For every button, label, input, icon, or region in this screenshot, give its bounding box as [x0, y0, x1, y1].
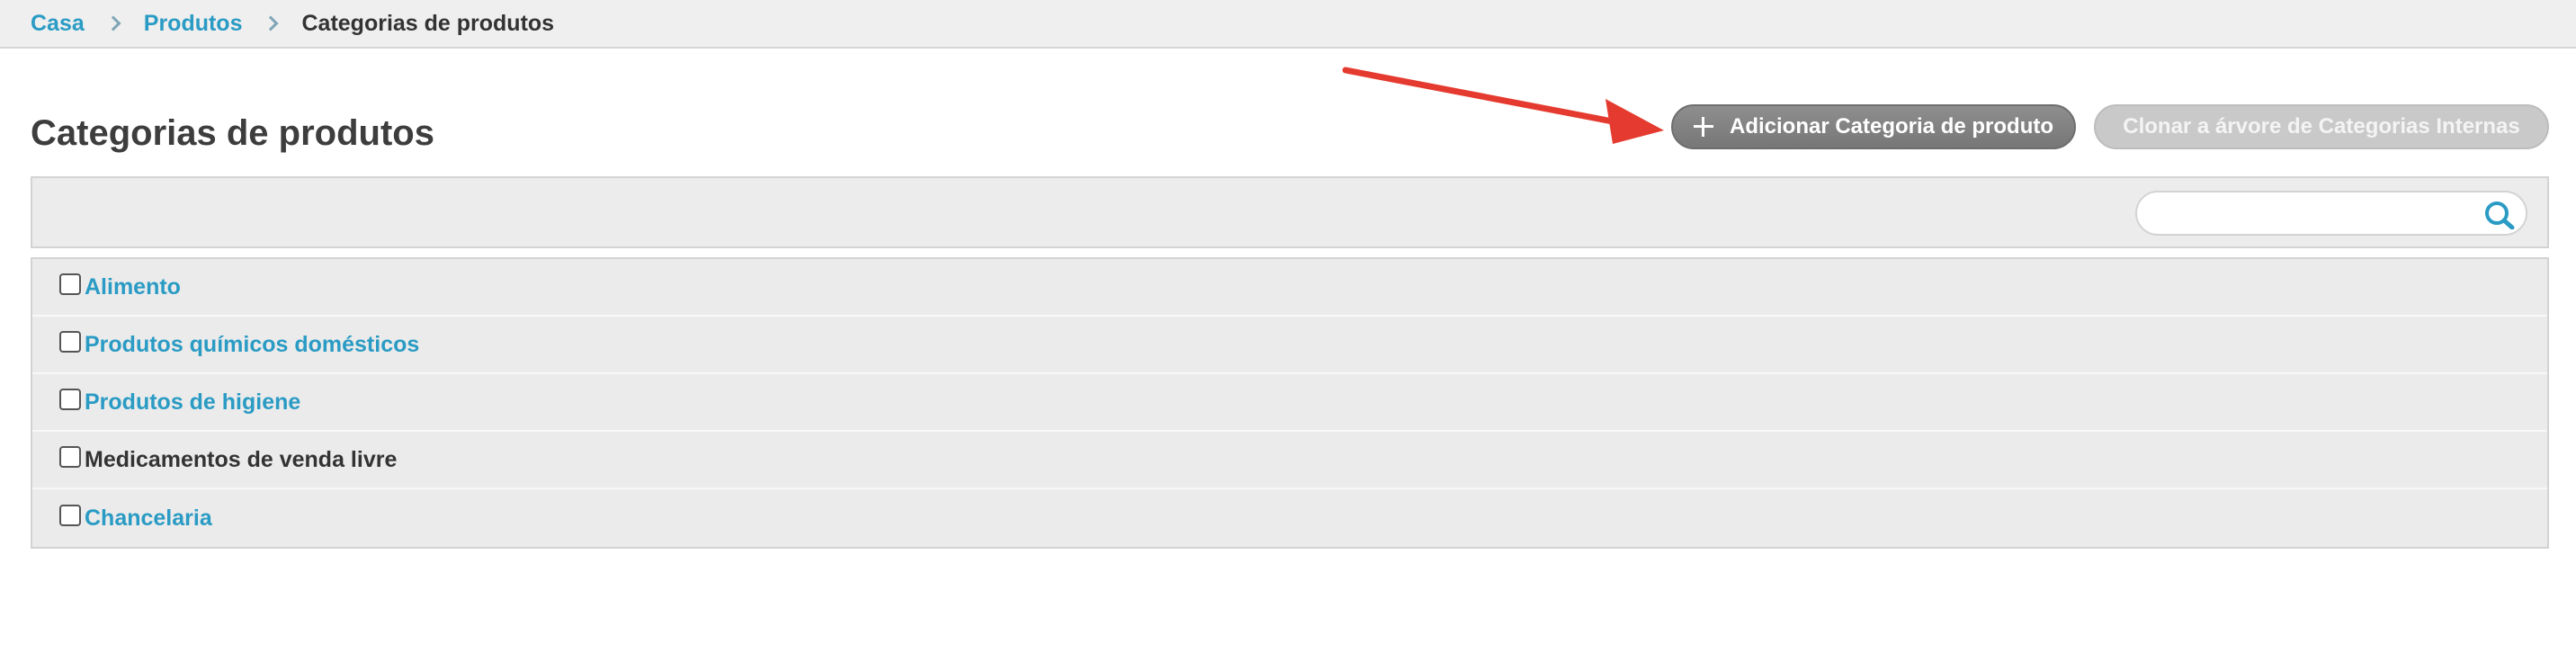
category-link[interactable]: Alimento — [85, 274, 181, 300]
search-box[interactable] — [2135, 191, 2527, 236]
row-checkbox[interactable] — [59, 273, 81, 295]
row-checkbox[interactable] — [59, 446, 81, 468]
search-input[interactable] — [2155, 192, 2497, 234]
search-icon[interactable] — [2484, 201, 2515, 229]
clone-tree-button[interactable]: Clonar a árvore de Categorias Internas — [2094, 104, 2549, 149]
breadcrumb-current: Categorias de produtos — [301, 10, 555, 36]
row-checkbox[interactable] — [59, 389, 81, 410]
list-item: Alimento — [32, 259, 2547, 317]
category-link[interactable]: Produtos químicos domésticos — [85, 332, 419, 358]
category-label: Medicamentos de venda livre — [85, 446, 398, 472]
page-title: Categorias de produtos — [31, 113, 434, 153]
category-link[interactable]: Chancelaria — [85, 505, 212, 532]
category-list: Alimento Produtos químicos domésticos Pr… — [31, 257, 2549, 549]
breadcrumb-link-produtos[interactable]: Produtos — [144, 11, 243, 37]
list-toolbar — [31, 176, 2549, 248]
row-checkbox[interactable] — [59, 505, 81, 526]
chevron-right-icon — [263, 15, 279, 31]
list-item: Produtos químicos domésticos — [32, 317, 2547, 374]
category-link[interactable]: Produtos de higiene — [85, 389, 300, 416]
add-category-button[interactable]: Adicionar Categoria de produto — [1671, 104, 2076, 149]
breadcrumb: Casa Produtos Categorias de produtos — [0, 0, 2576, 49]
list-item: Produtos de higiene — [32, 374, 2547, 432]
clone-tree-label: Clonar a árvore de Categorias Internas — [2123, 114, 2520, 139]
breadcrumb-link-casa[interactable]: Casa — [31, 11, 85, 37]
row-checkbox[interactable] — [59, 331, 81, 353]
plus-icon — [1693, 117, 1713, 137]
list-item: Medicamentos de venda livre — [32, 432, 2547, 489]
add-category-label: Adicionar Categoria de produto — [1729, 114, 2054, 139]
chevron-right-icon — [105, 15, 121, 31]
list-item: Chancelaria — [32, 489, 2547, 547]
annotation-arrow — [1342, 67, 1664, 144]
